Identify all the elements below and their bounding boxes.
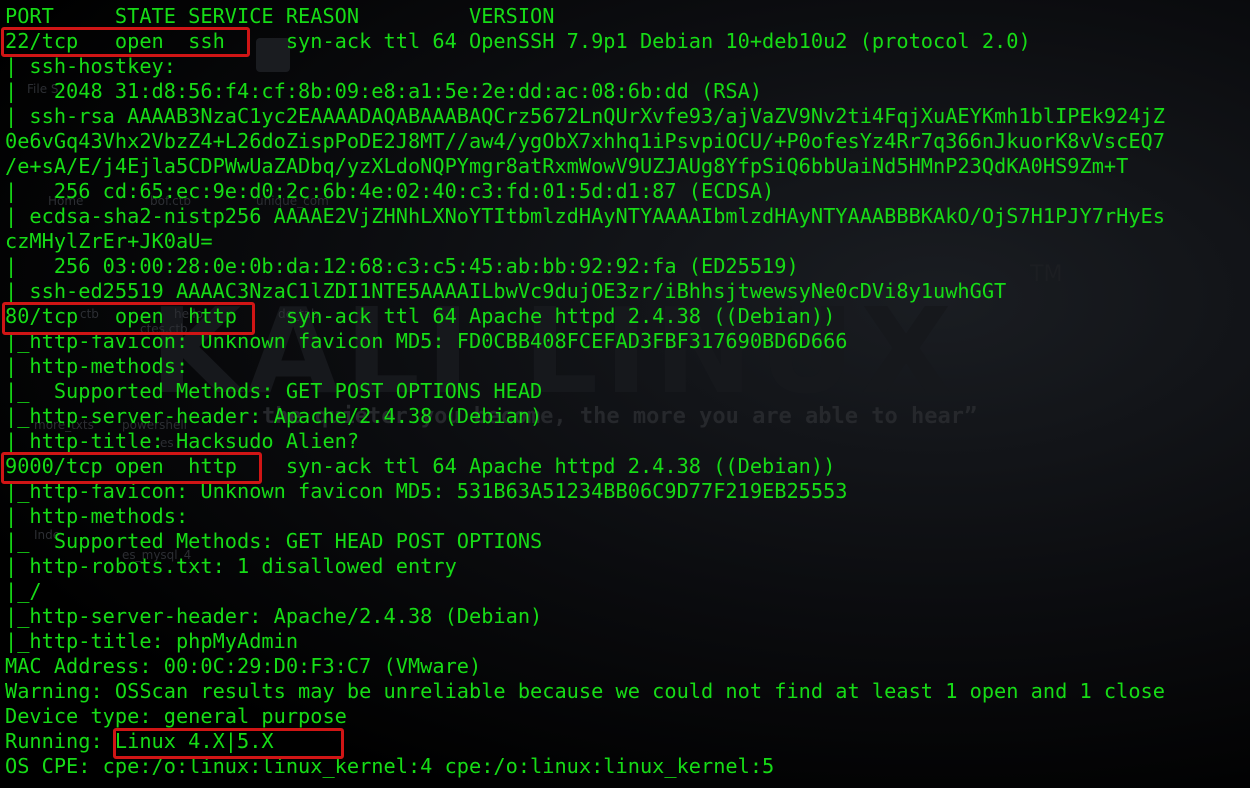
terminal-line: | 256 03:00:28:0e:0b:da:12:68:c3:c5:45:a…: [5, 254, 799, 278]
terminal-line: | http-robots.txt: 1 disallowed entry: [5, 554, 469, 578]
terminal-line: | http-methods:: [5, 504, 201, 528]
terminal-line: | ssh-rsa AAAAB3NzaC1yc2EAAAADAQABAAABAQ…: [5, 104, 1165, 128]
highlight-port-80: [2, 302, 255, 335]
terminal-line: | ecdsa-sha2-nistp256 AAAAE2VjZHNhLXNoYT…: [5, 204, 1165, 228]
terminal-line: |_ Supported Methods: GET POST OPTIONS H…: [5, 379, 543, 403]
terminal-line: |_/: [5, 579, 42, 603]
terminal-line: | 2048 31:d8:56:f4:cf:8b:09:e8:a1:5e:2e:…: [5, 79, 763, 103]
terminal-line: |_http-title: phpMyAdmin: [5, 629, 299, 653]
terminal-line: 0e6vGq43Vhx2VbzZ4+L26doZispPoDE2J8MT//aw…: [5, 129, 1165, 153]
highlight-port-22: [1, 27, 250, 57]
terminal-line: czMHylZrEr+JK0aU=: [5, 229, 213, 253]
terminal-output[interactable]: PORT STATE SERVICE REASON VERSION 22/tcp…: [0, 0, 1250, 788]
terminal-line: |_ Supported Methods: GET HEAD POST OPTI…: [5, 529, 543, 553]
highlight-os-running: [113, 728, 344, 759]
terminal-line: | ssh-ed25519 AAAAC3NzaC1lZDI1NTE5AAAAIL…: [5, 279, 1007, 303]
terminal-line: | 256 cd:65:ec:9e:d0:2c:6b:4e:02:40:c3:f…: [5, 179, 775, 203]
desktop-screen: KALI LINUX TM the quieter you become, th…: [0, 0, 1250, 788]
terminal-line: Warning: OSScan results may be unreliabl…: [5, 679, 1165, 703]
terminal-line: | ssh-hostkey:: [5, 54, 189, 78]
terminal-line: |_http-server-header: Apache/2.4.38 (Deb…: [5, 604, 543, 628]
terminal-line: | http-methods:: [5, 354, 201, 378]
terminal-line: PORT STATE SERVICE REASON VERSION: [5, 4, 555, 28]
terminal-line: Device type: general purpose: [5, 704, 347, 728]
terminal-line: MAC Address: 00:0C:29:D0:F3:C7 (VMware): [5, 654, 482, 678]
terminal-line: |_http-title: Hacksudo Alien?: [5, 429, 360, 453]
highlight-port-9000: [1, 452, 262, 484]
terminal-line: /e+sA/E/j4Ejla5CDPWwUaZADbq/yzXLdoNQPYmg…: [5, 154, 1129, 178]
terminal-line: |_http-server-header: Apache/2.4.38 (Deb…: [5, 404, 543, 428]
